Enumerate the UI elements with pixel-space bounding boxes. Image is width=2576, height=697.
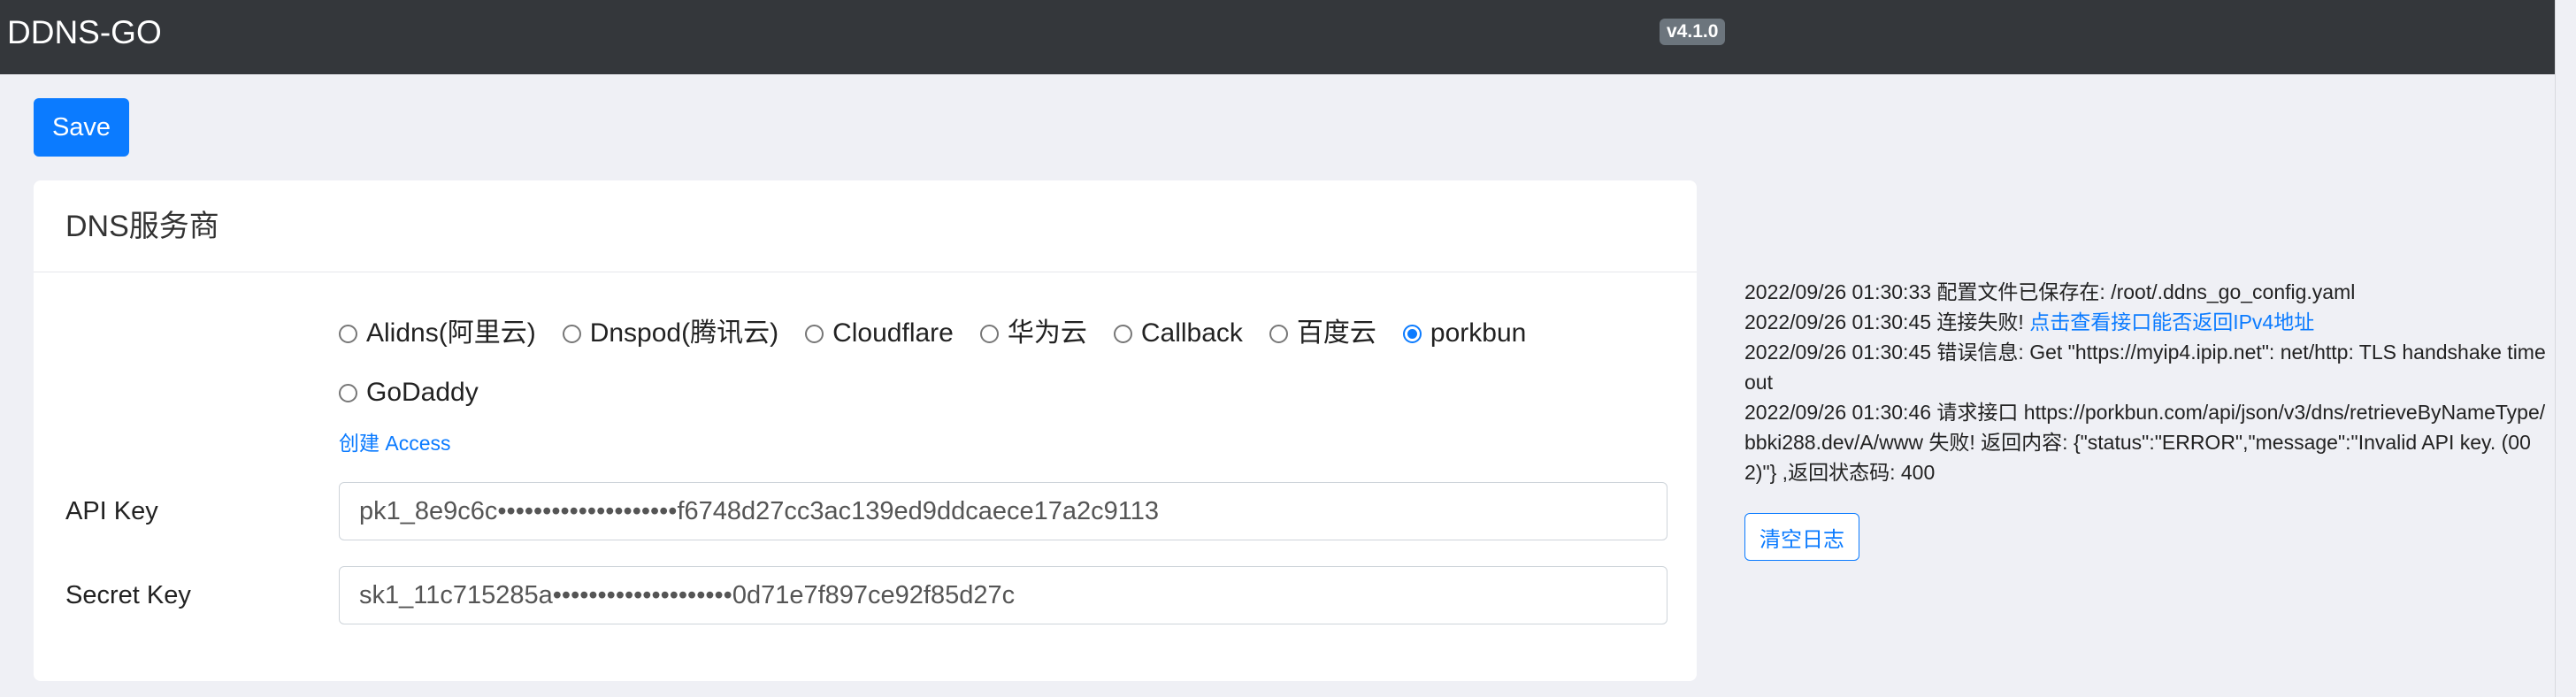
radio-baiducloud-circle[interactable] [1269, 324, 1288, 343]
radio-godaddy-circle[interactable] [339, 383, 357, 402]
radio-alidns-circle[interactable] [339, 324, 357, 343]
secret-key-label: Secret Key [65, 581, 191, 609]
radio-callback-circle[interactable] [1113, 324, 1132, 343]
dns-provider-card: DNS服务商 Alidns(阿里云) Dnspod(腾讯云) Cloudflar… [34, 180, 1697, 681]
log-line-text: 2022/09/26 01:30:45 错误信息: Get "https://m… [1744, 341, 2546, 394]
log-line: 2022/09/26 01:30:46 请求接口 https://porkbun… [1744, 397, 2549, 487]
log-panel: 2022/09/26 01:30:33 配置文件已保存在: /root/.ddn… [1744, 277, 2549, 487]
radio-cloudflare[interactable]: Cloudflare [805, 316, 954, 351]
top-navbar: DDNS-GO v4.1.0 [0, 0, 2555, 74]
radio-huaweicloud[interactable]: 华为云 [979, 316, 1087, 351]
api-key-input[interactable] [339, 482, 1668, 540]
log-line: 2022/09/26 01:30:33 配置文件已保存在: /root/.ddn… [1744, 277, 2549, 307]
radio-godaddy[interactable]: GoDaddy [339, 375, 479, 410]
log-line-text: 2022/09/26 01:30:33 配置文件已保存在: /root/.ddn… [1744, 280, 2356, 303]
create-access-link[interactable]: 创建 Access [339, 430, 451, 456]
radio-baiducloud-label: 百度云 [1296, 318, 1376, 348]
radio-dnspod-label: Dnspod(腾讯云) [589, 318, 779, 348]
radio-porkbun-circle[interactable] [1402, 324, 1422, 343]
page-scrollbar[interactable] [2555, 0, 2576, 697]
card-header: DNS服务商 [34, 180, 1697, 272]
check-ipv4-link[interactable]: 点击查看接口能否返回IPv4地址 [2029, 310, 2314, 333]
radio-dnspod[interactable]: Dnspod(腾讯云) [562, 316, 779, 351]
radio-cloudflare-circle[interactable] [805, 324, 824, 343]
radio-huaweicloud-circle[interactable] [979, 324, 999, 343]
card-title: DNS服务商 [65, 210, 219, 243]
radio-alidns-label: Alidns(阿里云) [366, 318, 536, 348]
radio-cloudflare-label: Cloudflare [832, 318, 954, 348]
provider-radio-row-1: Alidns(阿里云) Dnspod(腾讯云) Cloudflare 华为云 C… [339, 316, 1552, 351]
radio-callback[interactable]: Callback [1113, 316, 1243, 351]
radio-baiducloud[interactable]: 百度云 [1269, 316, 1376, 351]
secret-key-input[interactable] [339, 566, 1668, 624]
radio-porkbun-label: porkbun [1430, 318, 1527, 348]
radio-porkbun[interactable]: porkbun [1402, 316, 1527, 351]
log-line: 2022/09/26 01:30:45 错误信息: Get "https://m… [1744, 337, 2549, 397]
save-button[interactable]: Save [34, 98, 129, 157]
clear-log-button[interactable]: 清空日志 [1744, 513, 1859, 561]
radio-huaweicloud-label: 华为云 [1007, 318, 1087, 348]
radio-callback-label: Callback [1140, 318, 1243, 348]
log-line: 2022/09/26 01:30:45 连接失败! 点击查看接口能否返回IPv4… [1744, 307, 2549, 337]
log-line-text: 2022/09/26 01:30:46 请求接口 https://porkbun… [1744, 401, 2546, 484]
brand-title: DDNS-GO [7, 14, 162, 50]
version-badge: v4.1.0 [1660, 19, 1726, 45]
radio-godaddy-label: GoDaddy [366, 378, 479, 407]
radio-alidns[interactable]: Alidns(阿里云) [339, 316, 536, 351]
radio-dnspod-circle[interactable] [562, 324, 581, 343]
log-line-text: 2022/09/26 01:30:45 连接失败! [1744, 310, 2030, 333]
api-key-label: API Key [65, 497, 158, 525]
provider-radio-row-2: GoDaddy [339, 375, 505, 410]
